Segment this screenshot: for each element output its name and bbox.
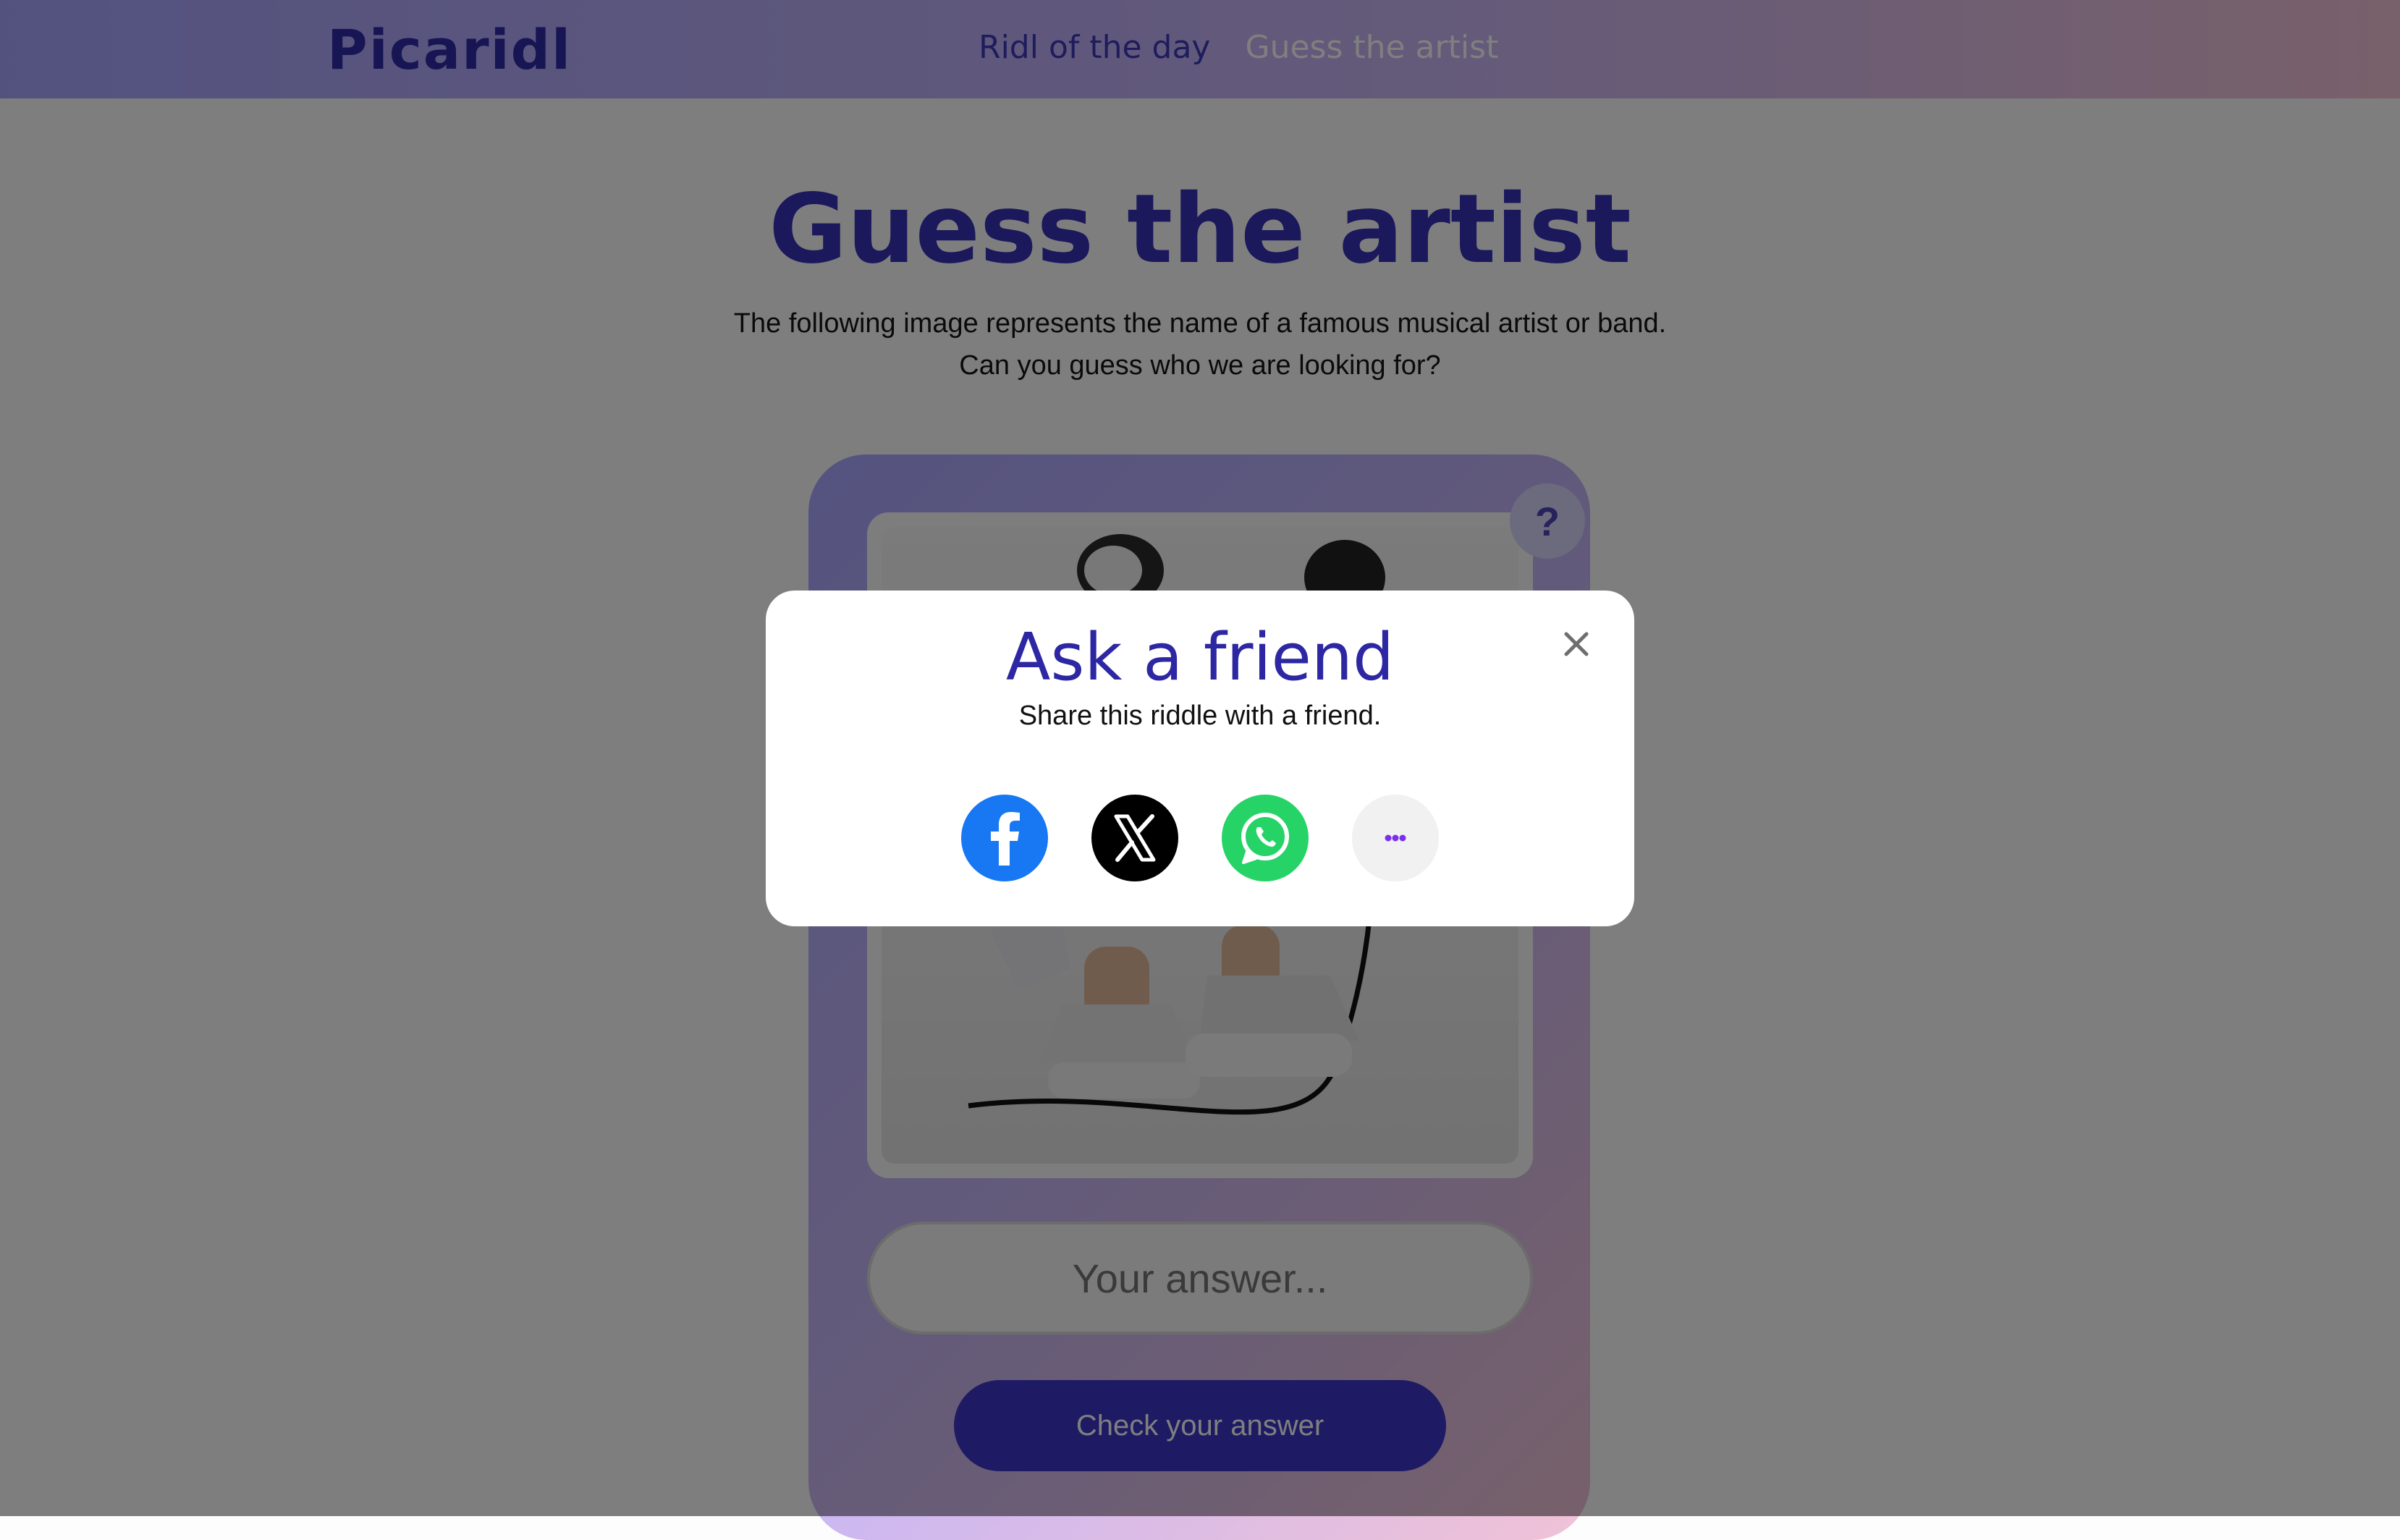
share-options — [961, 795, 1439, 881]
facebook-icon — [991, 812, 1020, 866]
share-whatsapp-button[interactable] — [1222, 795, 1309, 881]
x-icon — [1114, 814, 1156, 862]
share-facebook-button[interactable] — [961, 795, 1048, 881]
whatsapp-icon — [1241, 813, 1289, 864]
modal-title: Ask a friend — [1005, 619, 1395, 695]
modal-description: Share this riddle with a friend. — [1018, 701, 1382, 731]
share-more-button[interactable] — [1352, 795, 1439, 881]
ask-friend-modal: Ask a friend Share this riddle with a fr… — [766, 591, 1634, 926]
share-x-button[interactable] — [1091, 795, 1178, 881]
close-button[interactable] — [1555, 622, 1598, 666]
more-icon — [1385, 834, 1406, 842]
close-icon — [1564, 632, 1589, 656]
